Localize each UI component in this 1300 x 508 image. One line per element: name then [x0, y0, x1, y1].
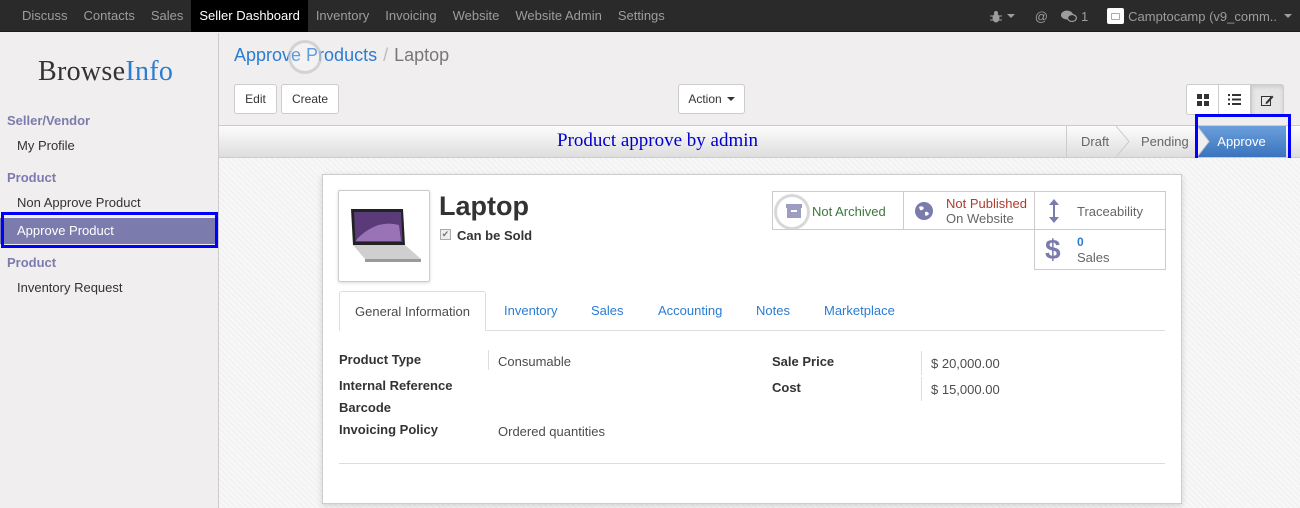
sidebar-item-non-approve-product[interactable]: Non Approve Product: [0, 190, 218, 216]
list-view-button[interactable]: [1218, 84, 1251, 115]
tab-sales[interactable]: Sales: [591, 291, 624, 331]
archive-icon: [786, 204, 802, 218]
cost-value: $ 15,000.00: [931, 382, 1000, 397]
menu-settings[interactable]: Settings: [610, 0, 673, 32]
chat-count: 1: [1080, 8, 1089, 24]
stage-approve[interactable]: Approve: [1197, 126, 1286, 157]
tab-marketplace[interactable]: Marketplace: [824, 291, 895, 331]
stage-arrow-1: [1116, 126, 1130, 157]
sidebar-item-approve-product[interactable]: Approve Product: [0, 218, 218, 244]
kanban-view-button[interactable]: [1186, 84, 1219, 115]
top-navbar: Discuss Contacts Sales Seller Dashboard …: [0, 0, 1300, 32]
chat-icon: [1060, 10, 1077, 22]
list-icon: [1228, 94, 1241, 105]
chat-menu[interactable]: 1: [1060, 8, 1089, 24]
status-annotation-title: Product approve by admin: [557, 130, 759, 151]
form-view-button[interactable]: [1251, 84, 1284, 115]
stage-divider: [1066, 126, 1067, 157]
breadcrumb-separator: /: [383, 45, 389, 65]
invoicing-policy-value: Ordered quantities: [498, 424, 605, 439]
menu-contacts[interactable]: Contacts: [76, 0, 143, 32]
statusbar: [219, 125, 1300, 158]
company-name: Camptocamp (v9_comm..: [1128, 8, 1277, 24]
tab-accounting[interactable]: Accounting: [658, 291, 722, 331]
chevron-down-icon: [1284, 14, 1292, 18]
field-divider: [488, 350, 489, 370]
product-image[interactable]: [338, 190, 430, 282]
laptop-image: [351, 209, 421, 262]
arrows-vertical-icon: [1049, 199, 1059, 223]
kanban-icon: [1196, 93, 1209, 106]
menu-inventory[interactable]: Inventory: [308, 0, 377, 32]
bug-icon: [989, 10, 1002, 22]
debug-menu[interactable]: [989, 10, 1015, 23]
breadcrumb-current: Laptop: [394, 45, 450, 65]
logo: BrowseInfo: [38, 56, 174, 87]
edit-button[interactable]: Edit: [234, 84, 277, 114]
edit-icon: [1261, 95, 1274, 106]
sales-smart-button[interactable]: $ 0 Sales: [1034, 229, 1166, 270]
breadcrumb: Approve Products / Laptop: [234, 45, 449, 66]
create-button[interactable]: Create: [281, 84, 339, 114]
chevron-down-icon: [1006, 14, 1015, 18]
sidebar-item-my-profile[interactable]: My Profile: [0, 133, 218, 159]
user-menu[interactable]: Camptocamp (v9_comm..: [1107, 8, 1292, 24]
internal-reference-label: Internal Reference: [339, 378, 453, 393]
sidebar-item-inventory-request[interactable]: Inventory Request: [0, 275, 218, 301]
stage-pending[interactable]: Pending: [1141, 126, 1189, 157]
product-type-label: Product Type: [339, 352, 422, 367]
at-icon[interactable]: @: [1035, 9, 1048, 24]
can-be-sold-checkbox[interactable]: ✔: [440, 229, 451, 240]
form-bottom-divider: [339, 463, 1165, 464]
stage-arrow-2: [1197, 126, 1210, 157]
sidebar: [0, 33, 219, 508]
action-button[interactable]: Action: [678, 84, 745, 114]
website-publish-button[interactable]: Not Published On Website: [903, 191, 1035, 230]
cost-label: Cost: [772, 380, 801, 395]
product-type-value: Consumable: [498, 354, 571, 369]
breadcrumb-parent[interactable]: Approve Products: [234, 45, 377, 65]
product-name: Laptop: [439, 191, 529, 221]
field-divider: [921, 351, 922, 375]
systray: @ 1 Camptocamp (v9_comm..: [989, 0, 1300, 32]
traceability-button[interactable]: Traceability: [1034, 191, 1166, 230]
menu-sales[interactable]: Sales: [143, 0, 192, 32]
sale-price-label: Sale Price: [772, 354, 835, 369]
archive-toggle-button[interactable]: Not Archived: [772, 191, 904, 230]
publish-status-sub: On Website: [946, 211, 1014, 226]
dollar-icon: $: [1045, 234, 1061, 265]
menu-website[interactable]: Website: [445, 0, 508, 32]
menu-seller-dashboard[interactable]: Seller Dashboard: [191, 0, 308, 32]
tab-notes[interactable]: Notes: [756, 291, 790, 331]
sidebar-heading-seller-vendor: Seller/Vendor: [7, 113, 91, 128]
tab-inventory[interactable]: Inventory: [504, 291, 557, 331]
action-label: Action: [688, 92, 722, 106]
sidebar-heading-product: Product: [7, 170, 57, 185]
stage-draft[interactable]: Draft: [1081, 126, 1109, 157]
main-menu: Discuss Contacts Sales Seller Dashboard …: [14, 0, 673, 32]
tab-general-information[interactable]: General Information: [339, 291, 486, 331]
menu-discuss[interactable]: Discuss: [14, 0, 76, 32]
can-be-sold-label: Can be Sold: [457, 228, 533, 243]
archive-status: Not Archived: [812, 204, 886, 219]
sales-label: Sales: [1077, 250, 1110, 265]
traceability-label: Traceability: [1077, 204, 1143, 219]
menu-website-admin[interactable]: Website Admin: [507, 0, 609, 32]
avatar: [1107, 8, 1125, 24]
sale-price-value: $ 20,000.00: [931, 356, 1000, 371]
menu-invoicing[interactable]: Invoicing: [377, 0, 444, 32]
publish-status: Not Published: [946, 196, 1027, 211]
chevron-down-icon: [726, 97, 735, 101]
sidebar-heading-product-2: Product: [7, 255, 57, 270]
barcode-label: Barcode: [339, 400, 392, 415]
sales-count: 0: [1077, 235, 1084, 249]
invoicing-policy-label: Invoicing Policy: [339, 422, 438, 437]
field-divider: [921, 377, 922, 401]
globe-icon: [915, 202, 933, 220]
